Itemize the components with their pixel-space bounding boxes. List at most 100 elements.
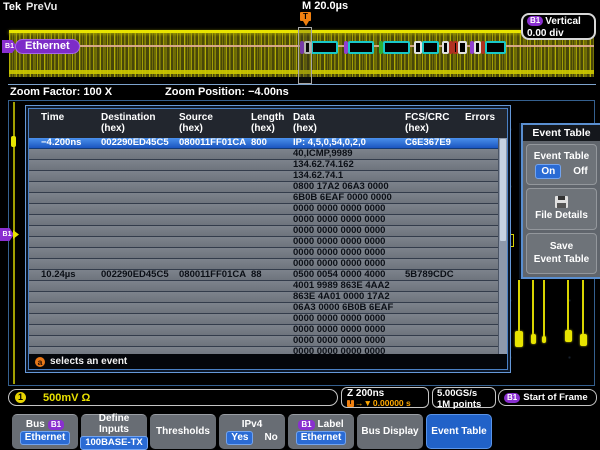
table-row[interactable]: 0000 0000 0000 0000	[29, 215, 507, 226]
zoom-waveform-spike	[518, 280, 520, 333]
table-row[interactable]: 06A3 0000 6B0B 6EAF	[29, 303, 507, 314]
event-table-toggle-button[interactable]: Event Table On Off	[526, 144, 597, 185]
table-row[interactable]: 0800 17A2 06A3 0000	[29, 182, 507, 193]
side-menu-panel: Event Table Event Table On Off File Deta…	[521, 123, 600, 279]
save-label-2: Event Table	[534, 254, 589, 265]
table-row[interactable]: 0000 0000 0000 0000	[29, 336, 507, 347]
table-row[interactable]: 4001 9989 863E 4AA2	[29, 281, 507, 292]
menu-bus-display-button[interactable]: Bus Display	[357, 414, 423, 449]
column-header: Length(hex)	[251, 109, 293, 134]
timebase-readout: M 20.0µs	[302, 0, 348, 12]
define-line2: Inputs	[99, 425, 129, 435]
event-table-body: −4.200ns002290ED45C5080011FF01CA800IP: 4…	[29, 138, 507, 354]
overview-separator	[8, 84, 596, 85]
bus-packet	[311, 41, 338, 54]
table-row[interactable]: 0000 0000 0000 0000	[29, 204, 507, 215]
sample-rate: 5.00GS/s	[437, 389, 491, 399]
zoom-factor-readout: Zoom Factor: 100 X	[10, 86, 112, 98]
ipv4-yes-pill[interactable]: Yes	[226, 431, 253, 445]
table-row[interactable]: 40,ICMP,9989	[29, 149, 507, 160]
bus-display-label: Bus Display	[361, 427, 418, 437]
table-row[interactable]: 134.62.74.162	[29, 160, 507, 171]
table-row[interactable]: 10.24µs002290ED45C5080011FF01CA880500 00…	[29, 270, 507, 281]
table-row[interactable]: 0000 0000 0000 0000	[29, 325, 507, 336]
zoom-position-readout: Zoom Position: −4.00ns	[165, 86, 289, 98]
file-details-label: File Details	[535, 210, 588, 221]
b1-badge-small: B1	[504, 393, 520, 403]
ipv4-label: IPv4	[242, 420, 263, 430]
column-header: Time	[41, 109, 101, 123]
channel-1-badge: 1	[15, 392, 26, 403]
menu-label-button[interactable]: B1 Label Ethernet	[288, 414, 354, 449]
bus-packet	[474, 41, 481, 54]
bus-decode-packets	[299, 39, 506, 56]
bus-value-pill: Ethernet	[20, 431, 71, 445]
zoomed-trace-pulse	[11, 136, 16, 147]
zoom-waveform-pulse	[515, 331, 523, 347]
toggle-on[interactable]: On	[535, 164, 561, 179]
table-row[interactable]: 0000 0000 0000 0000	[29, 226, 507, 237]
column-header: Data(hex)	[293, 109, 405, 134]
record-length: 1M points	[437, 400, 491, 410]
menu-event-table-button[interactable]: Event Table	[426, 414, 492, 449]
zoom-waveform-pulse	[580, 334, 587, 346]
bus-packet	[442, 41, 449, 54]
zoom-waveform-pulse	[542, 336, 546, 343]
b1-badge-menu: B1	[48, 420, 64, 430]
file-details-button[interactable]: File Details	[526, 188, 597, 229]
label-value-pill: Ethernet	[296, 431, 347, 445]
table-row[interactable]: 6B0B 6EAF 0000 0000	[29, 193, 507, 204]
ipv4-no[interactable]: No	[264, 433, 277, 443]
event-table: TimeDestination(hex)Source(hex)Length(he…	[25, 105, 511, 373]
zoom-waveform-spike	[543, 280, 545, 338]
trigger-icon-small: T	[347, 400, 354, 407]
bus-label[interactable]: Ethernet	[15, 39, 80, 54]
zoom-waveform-pulse	[531, 334, 536, 344]
column-header: Errors	[465, 109, 507, 123]
table-row[interactable]: 134.62.74.1	[29, 171, 507, 182]
toggle-off[interactable]: Off	[573, 166, 587, 177]
save-event-table-button[interactable]: Save Event Table	[526, 233, 597, 274]
trigger-position-value: 0.00000 s	[373, 399, 411, 408]
bus-packet	[348, 41, 374, 54]
label-text: Label	[318, 420, 344, 430]
save-label-1: Save	[550, 241, 573, 252]
menu-ipv4-button[interactable]: IPv4 Yes No	[219, 414, 285, 449]
zoom-waveform-spike	[582, 280, 584, 336]
bus-packet	[485, 41, 506, 54]
oscilloscope-screen: Tek PreVu M 20.0µs T B1 Ethernet B1 Vert…	[0, 0, 600, 450]
zoom-region-bracket[interactable]	[298, 27, 312, 84]
channel-readout: 1 500mV Ω	[8, 389, 338, 406]
bus-label-text: Bus	[26, 420, 45, 430]
knob-a-icon: a	[35, 357, 45, 367]
acquisition-status: PreVu	[26, 1, 57, 13]
table-row[interactable]: 0000 0000 0000 0000	[29, 314, 507, 325]
table-row[interactable]: 0000 0000 0000 0000	[29, 248, 507, 259]
panel-title: Event Table	[523, 125, 600, 141]
trigger-flag-icon[interactable]: T	[300, 12, 311, 21]
scrollbar-thumb[interactable]	[500, 139, 506, 241]
table-row[interactable]: 0000 0000 0000 0000	[29, 237, 507, 248]
table-row[interactable]: −4.200ns002290ED45C5080011FF01CA800IP: 4…	[29, 138, 507, 149]
trigger-source-readout: B1 Start of Frame	[498, 389, 597, 406]
menu-bus-button[interactable]: Bus B1 Ethernet	[12, 414, 78, 449]
zoom-waveform-spike	[532, 280, 534, 336]
bus-packet	[422, 41, 439, 54]
toggle-label: Event Table	[534, 151, 589, 162]
event-table-label: Event Table	[431, 427, 486, 437]
menu-thresholds-button[interactable]: Thresholds	[150, 414, 216, 449]
b1-badge-label: B1	[298, 420, 314, 430]
table-scrollbar[interactable]	[498, 138, 507, 354]
menu-define-inputs-button[interactable]: Define Inputs 100BASE-TX	[81, 414, 147, 449]
trigger-event-label: Start of Frame	[523, 392, 587, 403]
table-row[interactable]: 863E 4A01 0000 17A2	[29, 292, 507, 303]
column-header: Source(hex)	[179, 109, 251, 134]
bus-packet	[458, 41, 467, 54]
table-row[interactable]: 0000 0000 0000 0000	[29, 259, 507, 270]
zoom-waveform-pulse	[565, 330, 572, 342]
channel-scale: 500mV Ω	[43, 392, 90, 404]
vertical-readout-badge: B1 Vertical 0.00 div	[521, 13, 596, 40]
table-row[interactable]: 0000 0000 0000 0000	[29, 347, 507, 354]
event-table-footer: a selects an event	[29, 354, 507, 369]
trigger-arrow-icon	[303, 21, 309, 26]
